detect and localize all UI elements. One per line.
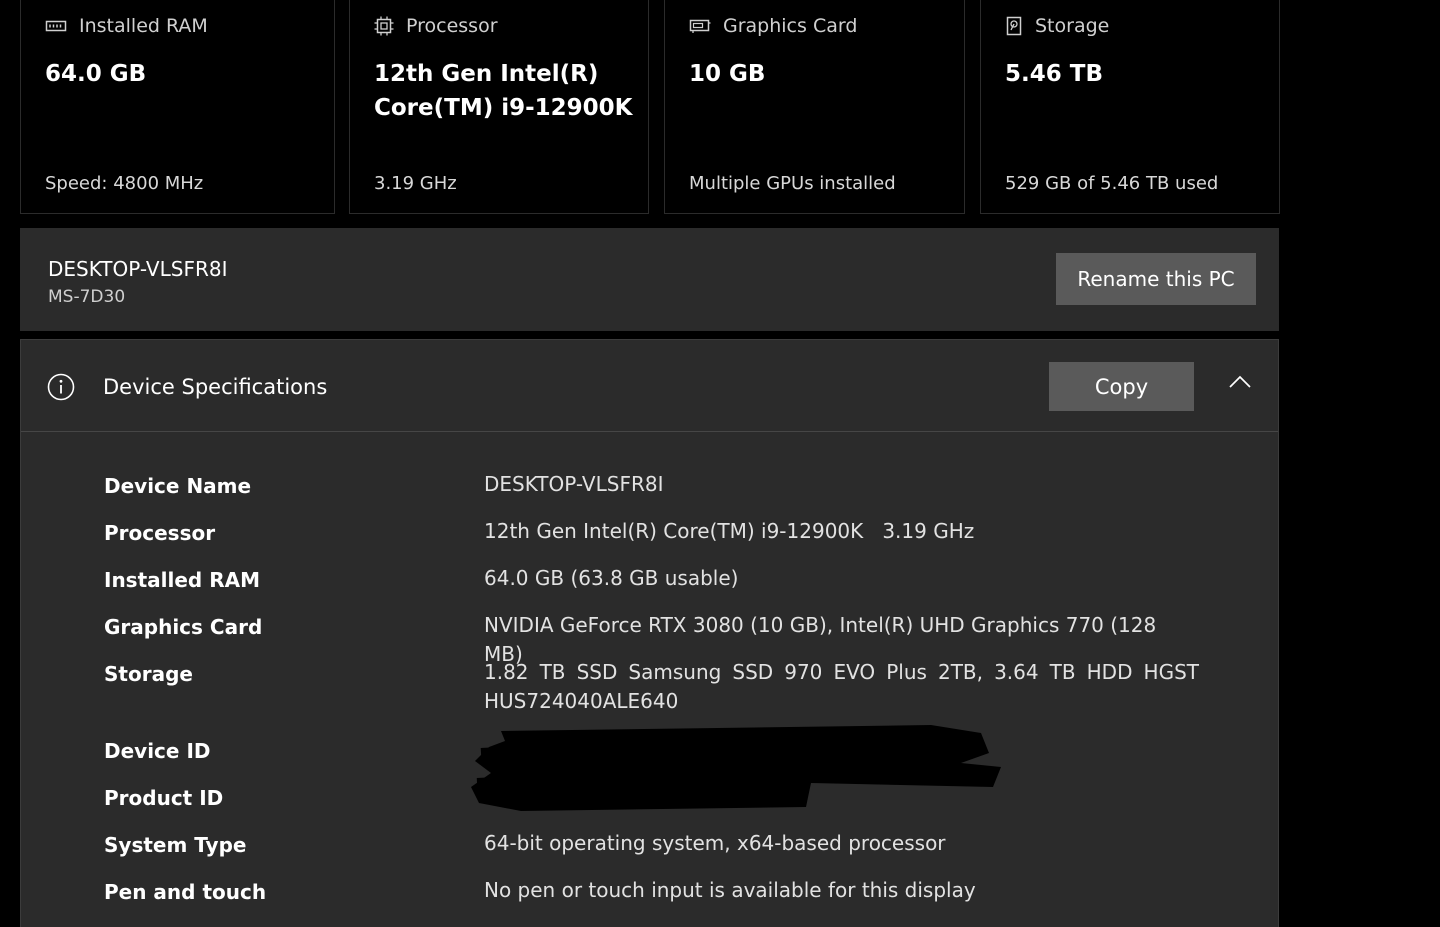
card-storage: Storage 5.46 TB 529 GB of 5.46 TB used bbox=[980, 0, 1280, 214]
device-specifications-panel: Device Specifications Copy Device Name D… bbox=[20, 339, 1279, 927]
rename-pc-button[interactable]: Rename this PC bbox=[1056, 253, 1256, 305]
card-value: 64.0 GB bbox=[45, 61, 147, 87]
card-title: Installed RAM bbox=[79, 15, 208, 37]
spec-value: No pen or touch input is available for t… bbox=[484, 878, 976, 902]
spec-label: Storage bbox=[104, 662, 193, 686]
pc-model: MS-7D30 bbox=[48, 287, 126, 307]
card-title: Processor bbox=[406, 15, 498, 37]
card-footer: 529 GB of 5.46 TB used bbox=[1005, 173, 1219, 194]
spec-value: 12th Gen Intel(R) Core(TM) i9-12900K 3.1… bbox=[484, 519, 975, 543]
card-value: 5.46 TB bbox=[1005, 61, 1103, 87]
graphics-card-icon bbox=[689, 17, 711, 35]
copy-button[interactable]: Copy bbox=[1049, 362, 1194, 411]
card-footer: Multiple GPUs installed bbox=[689, 173, 896, 194]
spec-label: Graphics Card bbox=[104, 615, 263, 639]
spec-value: 64.0 GB (63.8 GB usable) bbox=[484, 566, 739, 590]
processor-icon bbox=[374, 16, 394, 36]
redaction-scribble bbox=[471, 725, 1001, 811]
spec-value: 64-bit operating system, x64-based proce… bbox=[484, 831, 946, 855]
card-footer: Speed: 4800 MHz bbox=[45, 173, 204, 194]
spec-value: 1.82 TB SSD Samsung SSD 970 EVO Plus 2TB… bbox=[484, 660, 1199, 713]
card-graphics-card: Graphics Card 10 GB Multiple GPUs instal… bbox=[664, 0, 965, 214]
card-value: 12th Gen Intel(R) Core(TM) i9-12900K bbox=[374, 61, 633, 121]
chevron-up-icon[interactable] bbox=[1227, 374, 1253, 394]
spec-label: Device Name bbox=[104, 474, 252, 498]
device-specifications-header[interactable]: Device Specifications Copy bbox=[21, 340, 1278, 432]
card-installed-ram: Installed RAM 64.0 GB Speed: 4800 MHz bbox=[20, 0, 335, 214]
info-icon bbox=[47, 373, 75, 405]
spec-value: DESKTOP-VLSFR8I bbox=[484, 472, 664, 496]
storage-icon bbox=[1005, 16, 1023, 36]
about-page: Installed RAM 64.0 GB Speed: 4800 MHz Pr… bbox=[0, 0, 1440, 927]
spec-label: System Type bbox=[104, 833, 247, 857]
spec-label: Device ID bbox=[104, 739, 211, 763]
card-processor: Processor 12th Gen Intel(R) Core(TM) i9-… bbox=[349, 0, 649, 214]
pc-name: DESKTOP-VLSFR8I bbox=[48, 257, 228, 281]
pc-name-bar: DESKTOP-VLSFR8I MS-7D30 Rename this PC bbox=[20, 228, 1279, 331]
card-value: 10 GB bbox=[689, 61, 766, 87]
ram-icon bbox=[45, 18, 67, 34]
spec-label: Installed RAM bbox=[104, 568, 260, 592]
card-title: Graphics Card bbox=[723, 15, 858, 37]
card-footer: 3.19 GHz bbox=[374, 173, 457, 194]
spec-label: Pen and touch bbox=[104, 880, 267, 904]
spec-label: Product ID bbox=[104, 786, 224, 810]
spec-label: Processor bbox=[104, 521, 216, 545]
device-specifications-title: Device Specifications bbox=[103, 375, 328, 399]
card-title: Storage bbox=[1035, 15, 1110, 37]
